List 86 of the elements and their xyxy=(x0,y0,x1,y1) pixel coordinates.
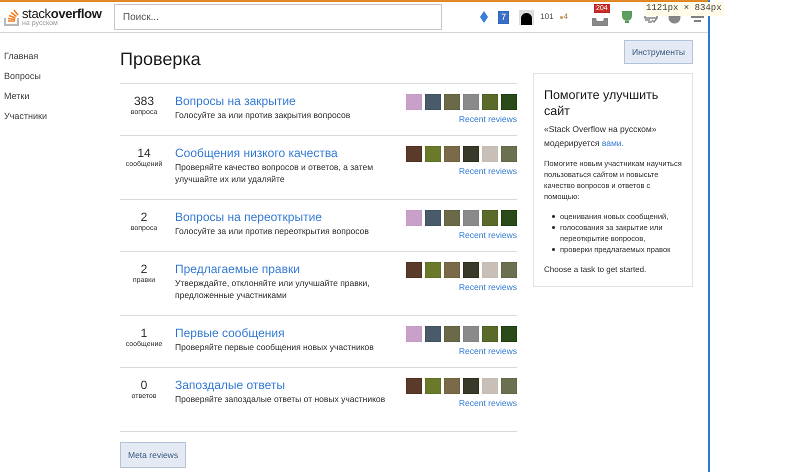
avatar-placeholder[interactable] xyxy=(482,146,498,162)
queue-count: 14 xyxy=(137,146,151,160)
avatar-placeholder[interactable] xyxy=(444,94,460,110)
avatar-placeholder[interactable] xyxy=(425,378,441,394)
help-intro: «Stack Overflow на русском» модерируется вами. xyxy=(544,123,658,150)
avatar-placeholder[interactable] xyxy=(463,94,479,110)
avatar-placeholder[interactable] xyxy=(406,210,422,226)
bullet-icon xyxy=(552,226,555,229)
bronze-badge-count: 4 xyxy=(560,11,568,23)
reputation-count: 101 xyxy=(540,11,554,23)
avatar-placeholder[interactable] xyxy=(463,262,479,278)
queue-count: 2 xyxy=(140,210,148,224)
avatar-placeholder[interactable] xyxy=(501,378,517,394)
avatar-placeholder[interactable] xyxy=(501,146,517,162)
avatar-placeholder[interactable] xyxy=(463,326,479,342)
avatar-placeholder[interactable] xyxy=(406,94,422,110)
bullet-icon xyxy=(552,248,555,251)
queue-description: Утверждайте, отклоняйте или улучшайте правки, предложенные участниками xyxy=(175,277,371,301)
avatar-placeholder[interactable] xyxy=(444,146,460,162)
logo-text[interactable]: overflow xyxy=(50,6,102,21)
nav-link[interactable]: Метки xyxy=(4,91,112,101)
recent-reviews-link[interactable]: Recent reviews xyxy=(458,166,517,176)
viewport-size-overlay: 1121px × 834px xyxy=(644,2,724,16)
avatar-placeholder[interactable] xyxy=(406,326,422,342)
nav-link[interactable]: Участники xyxy=(4,111,112,121)
queue-count: 383 xyxy=(134,94,154,108)
avatar-placeholder[interactable] xyxy=(482,262,498,278)
queue-count: 2 xyxy=(140,262,148,276)
queue-title-link[interactable]: Сообщения низкого качества xyxy=(175,146,400,161)
recent-reviews-link[interactable]: Recent reviews xyxy=(458,282,517,292)
avatar-placeholder[interactable] xyxy=(482,210,498,226)
queue-description: Голосуйте за или против переоткрытия вопросов xyxy=(175,225,370,237)
queue-title-link[interactable]: Предлагаемые правки xyxy=(175,262,400,277)
avatar-placeholder[interactable] xyxy=(425,94,441,110)
avatar-placeholder[interactable] xyxy=(501,210,517,226)
meta-reviews-button[interactable]: Meta reviews xyxy=(120,442,186,468)
avatar-placeholder[interactable] xyxy=(463,146,479,162)
recent-reviews-link[interactable]: Recent reviews xyxy=(458,398,517,408)
avatar-placeholder[interactable] xyxy=(425,326,441,342)
avatar-placeholder[interactable] xyxy=(444,326,460,342)
recent-reviews-link[interactable]: Recent reviews xyxy=(458,114,517,124)
trophy-icon[interactable] xyxy=(620,10,634,24)
queue-description: Проверяйте запоздалые ответы от новых участников xyxy=(175,393,386,405)
avatar-placeholder[interactable] xyxy=(463,210,479,226)
search-field[interactable]: Поиск... xyxy=(114,4,442,30)
logo-text[interactable]: stack xyxy=(22,6,51,21)
avatar-placeholder[interactable] xyxy=(482,326,498,342)
avatar-placeholder[interactable] xyxy=(501,262,517,278)
tools-button[interactable]: Инструменты xyxy=(624,40,693,64)
help-footer: Choose a task to get started. xyxy=(544,264,682,276)
avatar-placeholder[interactable] xyxy=(425,262,441,278)
avatar-placeholder[interactable] xyxy=(406,262,422,278)
bullet-icon xyxy=(552,215,555,218)
avatar-placeholder[interactable] xyxy=(482,94,498,110)
avatar-placeholder[interactable] xyxy=(444,378,460,394)
avatar-placeholder[interactable] xyxy=(425,210,441,226)
avatar-placeholder[interactable] xyxy=(406,378,422,394)
avatar-placeholder[interactable] xyxy=(501,94,517,110)
queue-description: Голосуйте за или против закрытия вопросов xyxy=(175,109,352,121)
avatar-placeholder[interactable] xyxy=(444,262,460,278)
avatar-placeholder[interactable] xyxy=(463,378,479,394)
nav-link[interactable]: Главная xyxy=(4,51,112,61)
page-title: Проверка xyxy=(119,48,201,71)
recent-reviews-link[interactable]: Recent reviews xyxy=(458,230,517,240)
avatar-placeholder[interactable] xyxy=(444,210,460,226)
queue-title-link[interactable]: Первые сообщения xyxy=(175,326,400,341)
nav-link[interactable]: Вопросы xyxy=(4,71,112,81)
queue-count: 1 xyxy=(140,326,148,340)
queue-title-link[interactable]: Запоздалые ответы xyxy=(175,378,400,393)
avatar-placeholder[interactable] xyxy=(482,378,498,394)
you-link[interactable]: вами. xyxy=(602,138,624,148)
avatar-placeholder[interactable] xyxy=(406,146,422,162)
queue-description: Проверяйте первые сообщения новых участников xyxy=(175,341,375,353)
review-count-badge[interactable]: 7 xyxy=(498,10,510,24)
avatar-placeholder[interactable] xyxy=(501,326,517,342)
inbox-icon[interactable] xyxy=(592,18,608,26)
diamond-icon[interactable] xyxy=(480,11,488,23)
recent-reviews-link[interactable]: Recent reviews xyxy=(458,346,517,356)
help-title: Помогите улучшить сайт xyxy=(544,87,660,119)
queue-title-link[interactable]: Вопросы на закрытие xyxy=(175,94,400,109)
queue-description: Проверяйте качество вопросов и ответов, а затем улучшайте их или удаляйте xyxy=(175,161,374,185)
avatar-silhouette[interactable] xyxy=(519,10,534,24)
avatar-placeholder[interactable] xyxy=(425,146,441,162)
queue-count: 0 xyxy=(140,378,148,392)
queue-title-link[interactable]: Вопросы на переоткрытие xyxy=(175,210,400,225)
stack-logo-icon[interactable] xyxy=(4,8,20,26)
